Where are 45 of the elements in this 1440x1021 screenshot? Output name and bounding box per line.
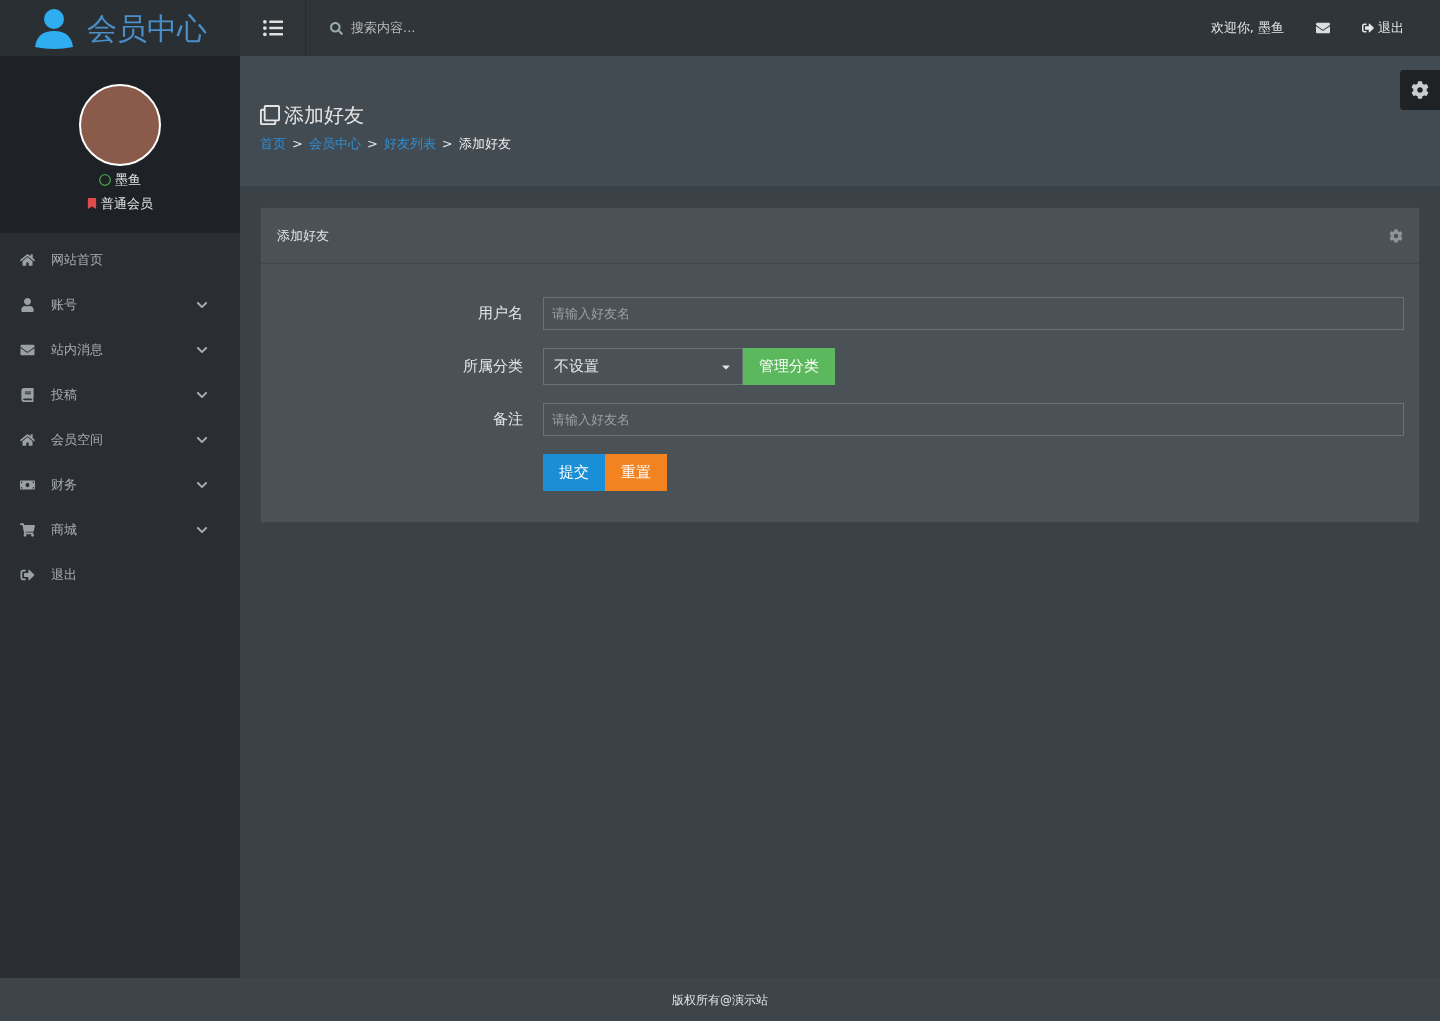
- search-field[interactable]: 搜索内容...: [351, 18, 551, 38]
- user-name: 墨鱼: [115, 171, 141, 189]
- sidebar-item[interactable]: 投稿: [0, 372, 240, 417]
- field-label: 所属分类: [462, 356, 524, 378]
- home-icon: [20, 252, 35, 267]
- sidebar-item[interactable]: 站内消息: [0, 327, 240, 372]
- footer-text: 版权所有@演示站: [672, 991, 768, 1009]
- breadcrumb-separator: >: [441, 135, 453, 153]
- gear-icon: [1411, 81, 1429, 99]
- logo-title: 会员中心: [87, 9, 207, 48]
- category-select[interactable]: 不设置: [543, 348, 743, 385]
- settings-icon[interactable]: [1389, 228, 1403, 243]
- field-label: 用户名: [477, 303, 524, 325]
- copy-icon: [260, 105, 280, 125]
- bookmark-icon: [87, 197, 97, 209]
- text-field[interactable]: 请输入好友名: [543, 297, 1404, 330]
- settings-button[interactable]: [1400, 70, 1440, 110]
- envelope-icon: [20, 342, 35, 357]
- menu-icon[interactable]: [261, 18, 284, 38]
- sidebar-item[interactable]: 网站首页: [0, 237, 240, 282]
- book-icon: [20, 387, 35, 402]
- breadcrumb-separator: >: [292, 135, 303, 153]
- user-icon: [20, 297, 35, 312]
- page-title: 添加好友: [284, 102, 364, 129]
- sign-out-icon: [1362, 22, 1374, 34]
- home-icon: [20, 432, 35, 447]
- text-field[interactable]: 请输入好友名: [543, 403, 1404, 436]
- breadcrumb-current: 添加好友: [458, 135, 511, 153]
- sidebar-item[interactable]: 账号: [0, 282, 240, 327]
- cart-icon: [20, 522, 35, 537]
- sidebar-item[interactable]: 会员空间: [0, 417, 240, 462]
- sidebar-item[interactable]: 财务: [0, 462, 240, 507]
- welcome-text[interactable]: 欢迎你, 墨鱼: [1210, 18, 1284, 38]
- breadcrumb-separator: >: [366, 135, 378, 153]
- field-label: 备注: [492, 409, 524, 431]
- logout-link[interactable]: 退出: [1362, 18, 1404, 38]
- search-icon: [330, 21, 343, 35]
- sidebar-item[interactable]: 退出: [0, 552, 240, 597]
- mail-icon[interactable]: [1316, 21, 1330, 35]
- member-level: 普通会员: [101, 194, 153, 213]
- form-button[interactable]: 提交: [543, 454, 605, 491]
- user-logo-icon: [33, 7, 75, 49]
- sign-out-icon: [20, 567, 35, 582]
- sidebar-item[interactable]: 商城: [0, 507, 240, 552]
- panel-title: 添加好友: [277, 226, 329, 245]
